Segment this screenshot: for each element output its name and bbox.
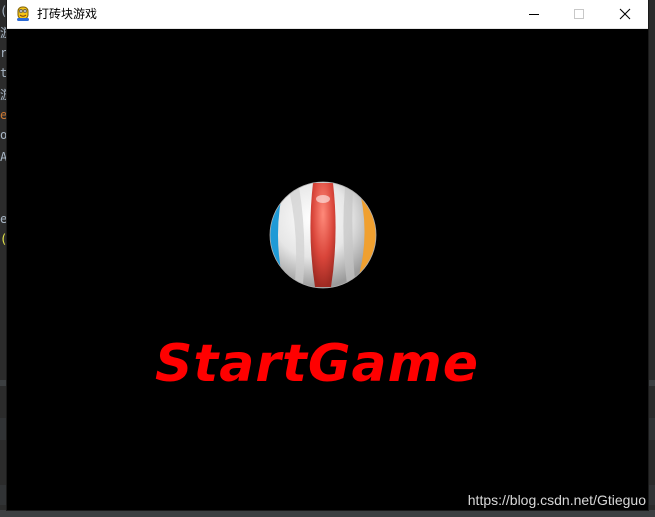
watermark: https://blog.csdn.net/Gtieguo [467, 492, 646, 508]
start-game-button[interactable]: StartGame [137, 332, 497, 396]
maximize-icon [574, 9, 584, 19]
close-button[interactable] [602, 0, 648, 28]
minimize-button[interactable] [511, 0, 557, 28]
game-canvas[interactable]: StartGame [7, 29, 648, 510]
window-title: 打砖块游戏 [37, 7, 98, 21]
title-bar[interactable]: 打砖块游戏 [7, 0, 648, 29]
pygame-snake-icon [15, 5, 31, 22]
maximize-button[interactable] [556, 0, 602, 28]
editor-status-bar [0, 510, 655, 517]
minimize-icon [529, 14, 539, 15]
beach-ball-icon [269, 181, 377, 289]
close-icon [619, 8, 631, 20]
game-window: 打砖块游戏 StartGame [7, 0, 648, 510]
